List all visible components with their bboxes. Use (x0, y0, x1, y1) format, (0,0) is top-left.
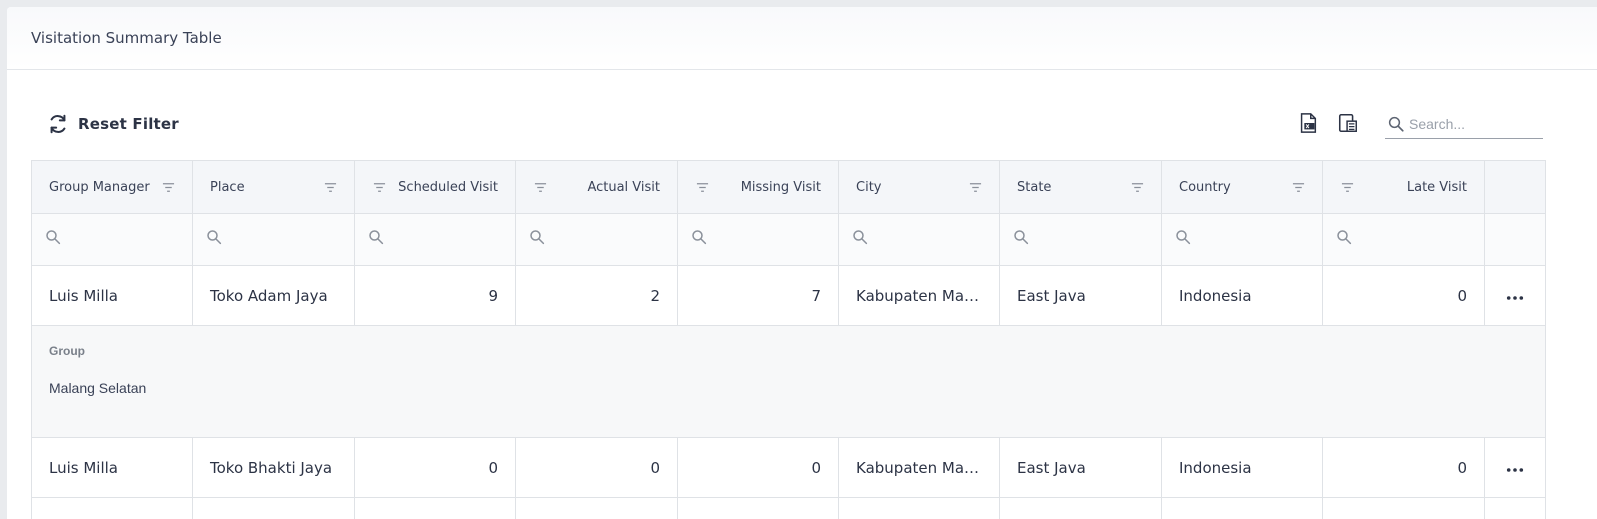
table-toolbar: Reset Filter (7, 107, 1597, 141)
col-label-place: Place (210, 179, 245, 195)
filter-cell-actions (1484, 213, 1546, 266)
col-header-actual-visit[interactable]: Actual Visit (515, 160, 678, 214)
search-icon (207, 230, 222, 245)
filter-icon[interactable] (968, 180, 982, 194)
detail-label: Group (49, 344, 85, 358)
cell-missing-visit: 0 (677, 437, 839, 498)
search-icon (1337, 230, 1352, 245)
table-row-partial (31, 497, 1546, 519)
filter-icon[interactable] (1340, 180, 1354, 194)
filter-cell-city[interactable] (838, 213, 1000, 266)
col-header-actions (1484, 160, 1546, 214)
cell-missing-visit: 7 (677, 265, 839, 326)
col-label-group-manager: Group Manager (49, 179, 150, 195)
col-label-city: City (856, 179, 882, 195)
filter-icon[interactable] (323, 180, 337, 194)
filter-cell-country[interactable] (1161, 213, 1323, 266)
header-row: Group Manager Place Scheduled Visit Actu… (31, 160, 1546, 214)
search-icon (853, 230, 868, 245)
column-chooser-icon[interactable] (1335, 110, 1361, 136)
col-header-country[interactable]: Country (1161, 160, 1323, 214)
filter-cell-actual-visit[interactable] (515, 213, 678, 266)
more-actions-icon[interactable] (1484, 265, 1546, 326)
card-header: Visitation Summary Table (7, 7, 1597, 70)
cell-group-manager: Luis Milla (31, 437, 193, 498)
col-label-late-visit: Late Visit (1406, 179, 1467, 195)
cell-scheduled-visit: 9 (354, 265, 516, 326)
cell-actual-visit: 2 (515, 265, 678, 326)
row-detail-cell: Group Malang Selatan (31, 325, 1546, 438)
col-label-state: State (1017, 179, 1052, 195)
export-excel-icon[interactable] (1295, 110, 1321, 136)
filter-cell-late-visit[interactable] (1322, 213, 1485, 266)
cell-country: Indonesia (1161, 265, 1323, 326)
cell-city: Kabupaten Malang (838, 265, 1000, 326)
filter-cell-scheduled-visit[interactable] (354, 213, 516, 266)
col-header-late-visit[interactable]: Late Visit (1322, 160, 1485, 214)
table-row[interactable]: Luis Milla Toko Adam Jaya 9 2 7 Kabupate… (31, 265, 1546, 326)
search-icon (1176, 230, 1191, 245)
search-input[interactable] (1409, 115, 1539, 132)
filter-icon[interactable] (161, 180, 175, 194)
search-icon (369, 230, 384, 245)
col-header-scheduled-visit[interactable]: Scheduled Visit (354, 160, 516, 214)
col-header-state[interactable]: State (999, 160, 1162, 214)
filter-icon[interactable] (372, 180, 386, 194)
refresh-icon (50, 114, 66, 134)
search-icon (1388, 116, 1404, 132)
filter-row (31, 213, 1546, 266)
cell-scheduled-visit: 0 (354, 437, 516, 498)
col-header-place[interactable]: Place (192, 160, 355, 214)
cell-place: Toko Adam Jaya (192, 265, 355, 326)
search-icon (692, 230, 707, 245)
search-icon (46, 230, 61, 245)
col-header-group-manager[interactable]: Group Manager (31, 160, 193, 214)
filter-cell-missing-visit[interactable] (677, 213, 839, 266)
cell-city: Kabupaten Malang (838, 437, 1000, 498)
search-icon (1014, 230, 1029, 245)
col-label-missing-visit: Missing Visit (740, 179, 821, 195)
filter-cell-place[interactable] (192, 213, 355, 266)
search-icon (530, 230, 545, 245)
visitation-table: Group Manager Place Scheduled Visit Actu… (31, 160, 1546, 519)
cell-state: East Java (999, 437, 1162, 498)
cell-late-visit: 0 (1322, 437, 1485, 498)
filter-icon[interactable] (1130, 180, 1144, 194)
table-row[interactable]: Luis Milla Toko Bhakti Jaya 0 0 0 Kabupa… (31, 437, 1546, 498)
col-label-actual-visit: Actual Visit (587, 179, 660, 195)
col-label-country: Country (1179, 179, 1231, 195)
col-header-city[interactable]: City (838, 160, 1000, 214)
reset-filter-button[interactable]: Reset Filter (47, 109, 179, 139)
detail-value: Malang Selatan (49, 380, 147, 396)
cell-late-visit: 0 (1322, 265, 1485, 326)
reset-filter-label: Reset Filter (78, 115, 179, 133)
cell-group-manager: Luis Milla (31, 265, 193, 326)
filter-cell-group-manager[interactable] (31, 213, 193, 266)
col-label-scheduled-visit: Scheduled Visit (398, 179, 498, 195)
visitation-summary-card: Visitation Summary Table Reset Filter Se… (7, 7, 1597, 519)
filter-cell-state[interactable] (999, 213, 1162, 266)
row-detail: Group Malang Selatan (31, 325, 1546, 438)
card-title: Visitation Summary Table (31, 29, 222, 47)
col-header-missing-visit[interactable]: Missing Visit (677, 160, 839, 214)
cell-country: Indonesia (1161, 437, 1323, 498)
cell-actual-visit: 0 (515, 437, 678, 498)
cell-state: East Java (999, 265, 1162, 326)
more-actions-icon[interactable] (1484, 437, 1546, 498)
filter-icon[interactable] (695, 180, 709, 194)
table-search[interactable] (1385, 109, 1543, 139)
cell-place: Toko Bhakti Jaya (192, 437, 355, 498)
filter-icon[interactable] (533, 180, 547, 194)
filter-icon[interactable] (1291, 180, 1305, 194)
